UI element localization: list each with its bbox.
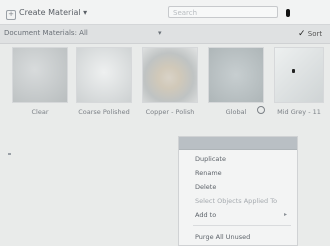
menu-item-purge-unused[interactable]: Purge All Unused	[195, 233, 250, 241]
context-menu: Duplicate Rename Delete Select Objects A…	[178, 136, 298, 246]
material-label-mid-grey: Mid Grey - 11	[277, 108, 321, 116]
create-material-label: Create Material	[19, 8, 81, 17]
material-thumbnail-global[interactable]	[208, 47, 264, 103]
mouse-cursor	[286, 9, 290, 17]
filter-label: Document Materials: All	[4, 29, 88, 37]
material-label-copper-polish: Copper - Polish	[145, 108, 195, 116]
material-thumbnail-clear[interactable]	[12, 47, 68, 103]
toolbar: + Create Material ▾ Search	[0, 0, 330, 25]
plus-icon: +	[6, 10, 16, 20]
search-input[interactable]: Search	[168, 6, 278, 18]
create-material-button[interactable]: + Create Material ▾	[6, 6, 98, 20]
chevron-down-icon: ▾	[83, 8, 88, 17]
material-label-clear: Clear	[31, 108, 49, 116]
menu-item-rename[interactable]: Rename	[195, 169, 222, 177]
menu-item-select-objects: Select Objects Applied To	[195, 197, 278, 205]
material-thumbnail-mid-grey[interactable]	[274, 47, 324, 103]
filter-bar: Document Materials: All ▾ ✓ Sort	[0, 25, 330, 44]
submenu-arrow-icon: ▸	[283, 211, 287, 218]
sort-label: Sort	[307, 30, 323, 38]
sort-button[interactable]: ✓ Sort	[298, 28, 322, 40]
radio-icon[interactable]	[257, 106, 265, 114]
material-label-coarse-polished: Coarse Polished	[78, 108, 130, 116]
marker	[8, 153, 11, 155]
menu-item-add-to[interactable]: Add to ▸	[195, 211, 291, 219]
menu-item-add-to-label: Add to	[195, 211, 217, 219]
context-menu-header	[179, 137, 297, 150]
menu-item-duplicate[interactable]: Duplicate	[195, 155, 226, 163]
document-materials-filter[interactable]: Document Materials: All ▾	[4, 28, 164, 39]
material-thumbnail-copper-polish[interactable]	[142, 47, 198, 103]
material-thumbnail-coarse-polished[interactable]	[76, 47, 132, 103]
chevron-down-icon: ▾	[158, 29, 162, 37]
check-icon: ✓	[298, 29, 306, 39]
menu-divider	[193, 225, 291, 226]
cursor-dot	[292, 69, 295, 73]
menu-item-delete[interactable]: Delete	[195, 183, 216, 191]
